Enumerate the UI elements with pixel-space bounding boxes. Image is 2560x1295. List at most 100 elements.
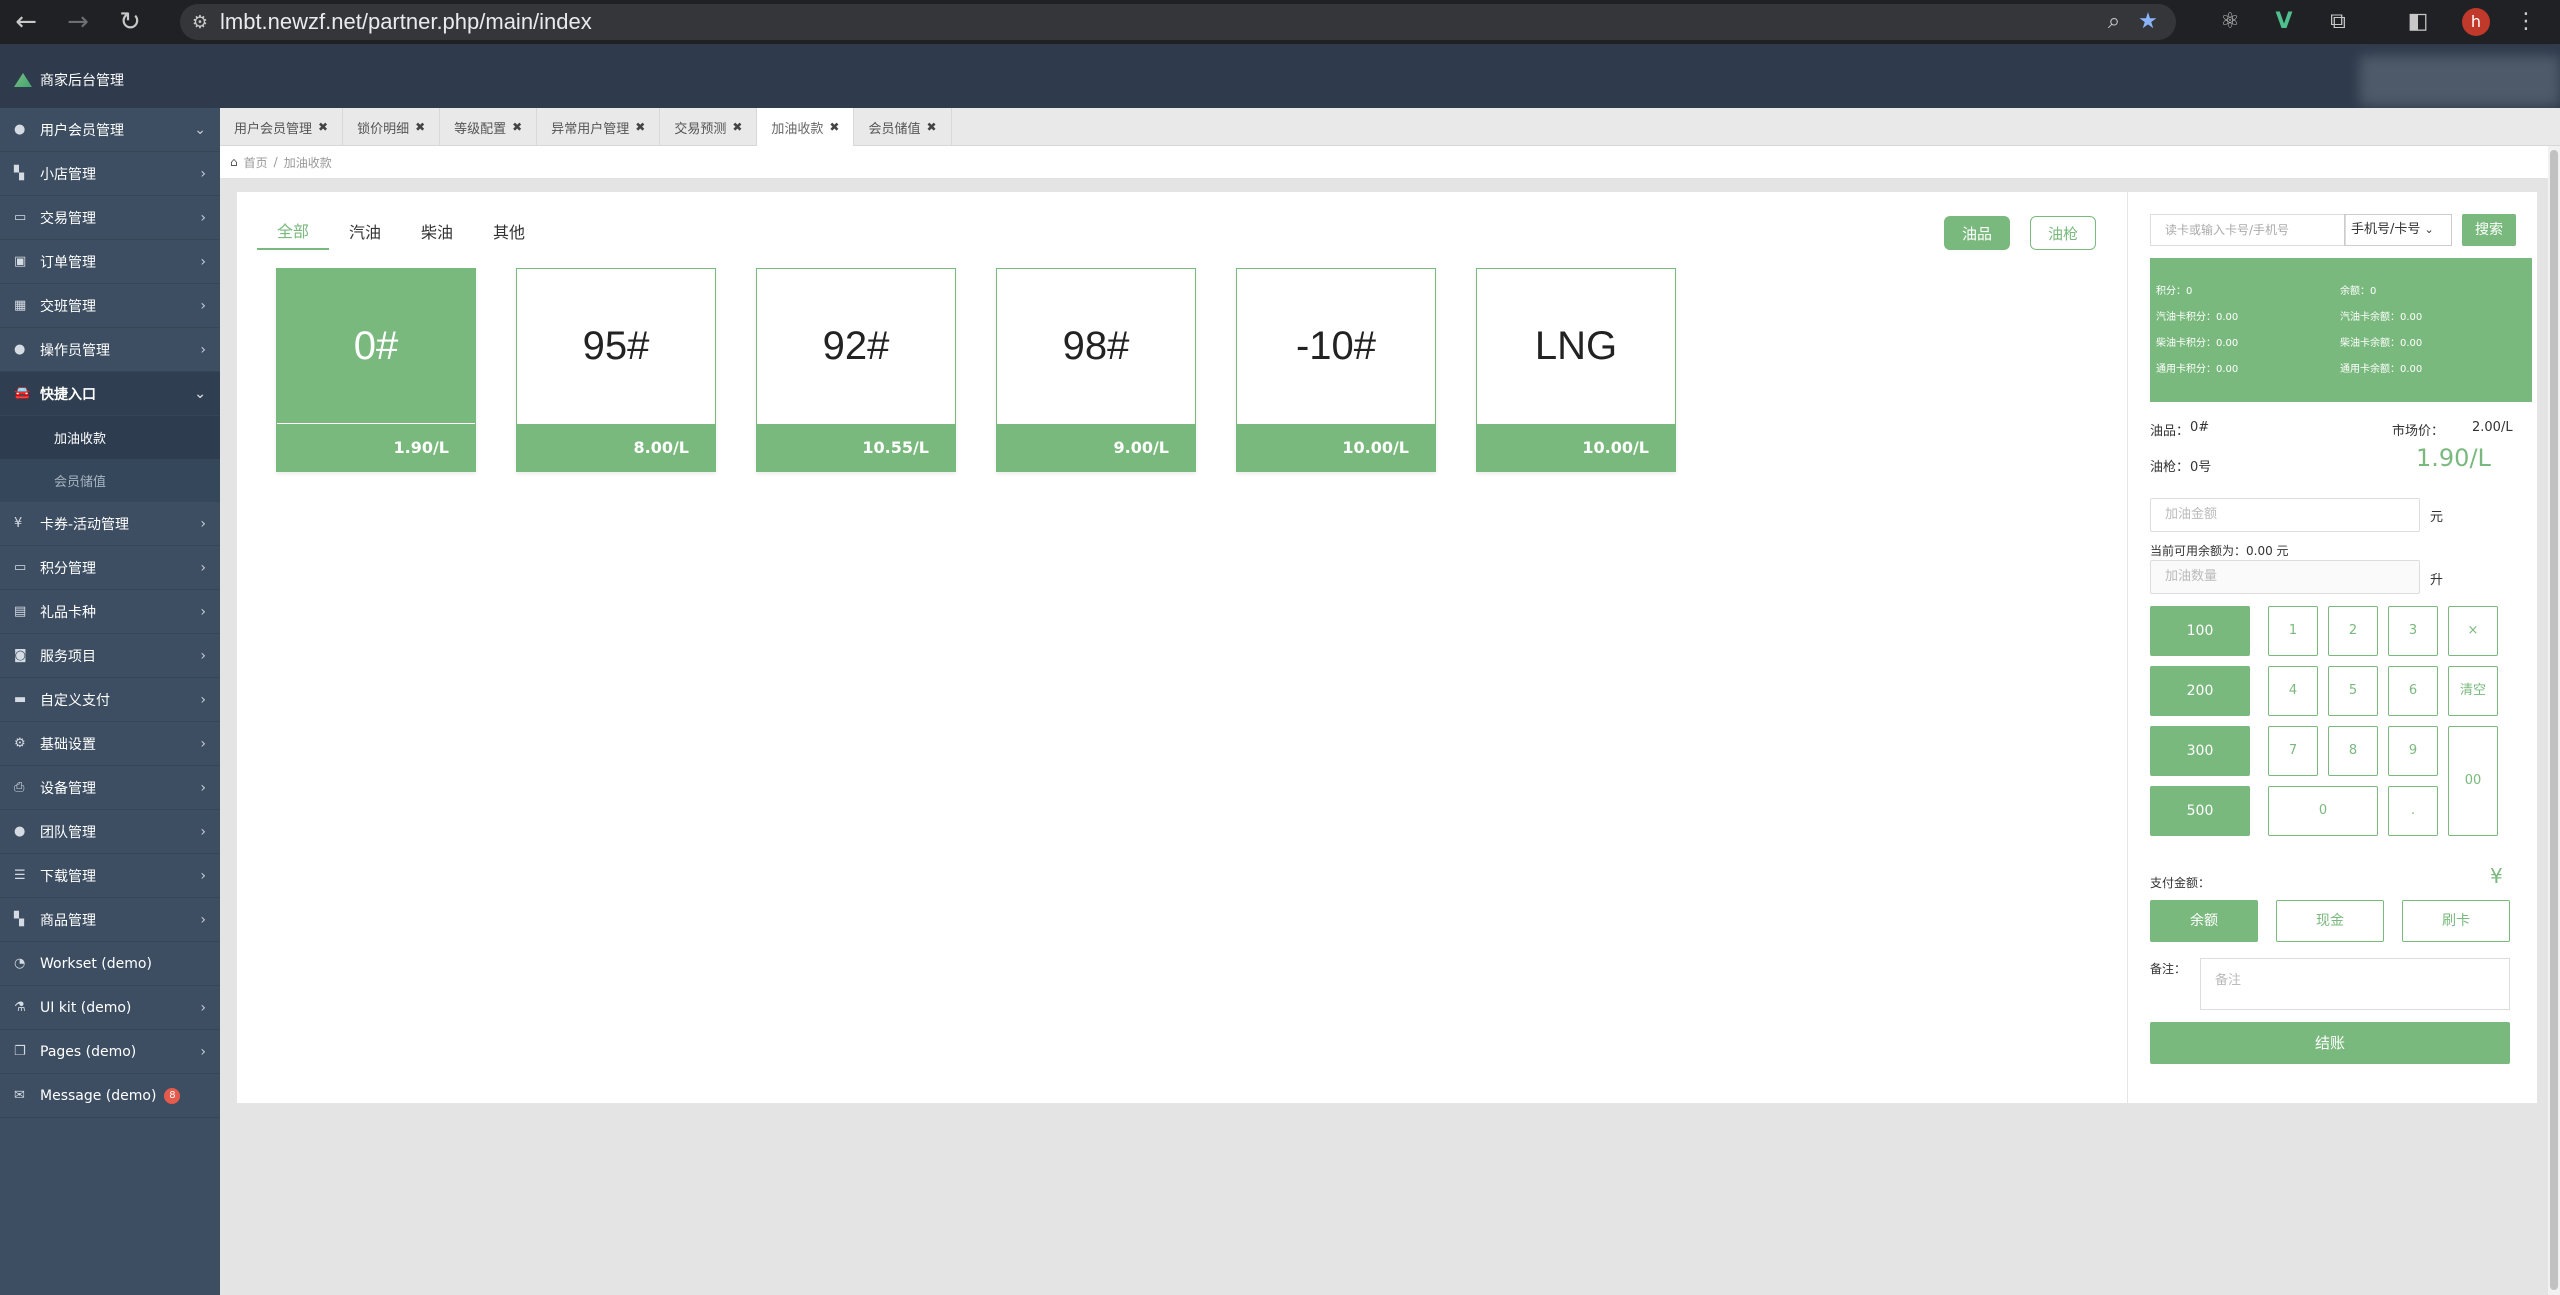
tab-member-recharge[interactable]: 会员储值 ✖	[854, 108, 952, 146]
key-backspace[interactable]: ×	[2448, 606, 2498, 656]
key-5[interactable]: 5	[2328, 666, 2378, 716]
fuel-card-lng[interactable]: LNG 10.00/L	[1476, 268, 1676, 472]
close-icon[interactable]: ✖	[415, 120, 425, 134]
close-icon[interactable]: ✖	[732, 120, 742, 134]
vue-devtools-icon[interactable]: V	[2270, 8, 2298, 36]
key-3[interactable]: 3	[2388, 606, 2438, 656]
fuel-card-minus10[interactable]: -10# 10.00/L	[1236, 268, 1436, 472]
close-icon[interactable]: ✖	[829, 120, 839, 134]
checkout-button[interactable]: 结账	[2150, 1022, 2510, 1064]
search-type-select[interactable]: 手机号/卡号 ⌄	[2344, 214, 2452, 246]
sidebar-item-workset[interactable]: ◔ Workset (demo)	[0, 942, 220, 986]
search-button[interactable]: 搜索	[2462, 214, 2516, 246]
profile-avatar[interactable]: h	[2462, 8, 2490, 36]
fuel-card-0[interactable]: 0# 1.90/L	[276, 268, 476, 472]
fuel-card-95[interactable]: 95# 8.00/L	[516, 268, 716, 472]
key-6[interactable]: 6	[2388, 666, 2438, 716]
key-7[interactable]: 7	[2268, 726, 2318, 776]
filter-tab-gasoline[interactable]: 汽油	[329, 212, 401, 250]
sidebar-item-team[interactable]: ● 团队管理 ›	[0, 810, 220, 854]
browser-menu-icon[interactable]: ⋮	[2512, 8, 2540, 36]
forward-icon[interactable]: →	[52, 0, 104, 44]
sidebar-item-custom-payment[interactable]: ▬ 自定义支付 ›	[0, 678, 220, 722]
quick-amount-100[interactable]: 100	[2150, 606, 2250, 656]
sidebar-item-user-member[interactable]: ● 用户会员管理 ⌄	[0, 108, 220, 152]
fuel-nozzle-button[interactable]: 油枪	[2030, 216, 2096, 250]
react-devtools-icon[interactable]: ⚛	[2216, 8, 2244, 36]
sidebar-item-operator[interactable]: ● 操作员管理 ›	[0, 328, 220, 372]
quantity-input[interactable]: 加油数量	[2150, 560, 2420, 594]
sidebar-item-trade[interactable]: ▭ 交易管理 ›	[0, 196, 220, 240]
sidebar-item-goods[interactable]: ▚ 商品管理 ›	[0, 898, 220, 942]
tab-fuel-payment[interactable]: 加油收款 ✖	[757, 108, 855, 146]
close-icon[interactable]: ✖	[926, 120, 936, 134]
bookmark-star-icon[interactable]: ★	[2134, 8, 2162, 36]
key-4[interactable]: 4	[2268, 666, 2318, 716]
remark-textarea[interactable]: 备注	[2200, 958, 2510, 1010]
sidebar-item-coupon-activity[interactable]: ¥ 卡券-活动管理 ›	[0, 502, 220, 546]
tab-level-config[interactable]: 等级配置 ✖	[440, 108, 538, 146]
back-icon[interactable]: ←	[0, 0, 52, 44]
sidebar-item-ui-kit[interactable]: ⚗ UI kit (demo) ›	[0, 986, 220, 1030]
tab-price-lock[interactable]: 锁价明细 ✖	[343, 108, 441, 146]
sidebar-item-order[interactable]: ▣ 订单管理 ›	[0, 240, 220, 284]
key-dot[interactable]: .	[2388, 786, 2438, 836]
sidebar-item-label: UI kit (demo)	[40, 999, 132, 1016]
zoom-icon[interactable]: ⌕	[2100, 8, 2128, 36]
key-clear[interactable]: 清空	[2448, 666, 2498, 716]
sidebar-item-message[interactable]: ✉ Message (demo) 8	[0, 1074, 220, 1118]
fuel-product-button[interactable]: 油品	[1944, 216, 2010, 250]
sidebar-item-pages[interactable]: ❐ Pages (demo) ›	[0, 1030, 220, 1074]
quick-amount-200[interactable]: 200	[2150, 666, 2250, 716]
close-icon[interactable]: ✖	[512, 120, 522, 134]
site-settings-icon[interactable]: ⚙	[180, 12, 220, 33]
key-9[interactable]: 9	[2388, 726, 2438, 776]
amount-input[interactable]: 加油金额	[2150, 498, 2420, 532]
side-panel-icon[interactable]: ◧	[2404, 8, 2432, 36]
filter-tab-all[interactable]: 全部	[257, 212, 330, 250]
sidebar-item-label: 下载管理	[40, 868, 96, 885]
sidebar-item-shortcut[interactable]: 🚘 快捷入口 ⌄	[0, 372, 220, 416]
scrollbar-thumb[interactable]	[2550, 150, 2558, 1290]
sidebar-item-gift-card[interactable]: ▤ 礼品卡种 ›	[0, 590, 220, 634]
gears-icon: ⚙	[14, 736, 26, 751]
points-text: 积分：0	[2156, 286, 2193, 297]
extensions-icon[interactable]: ⧉	[2324, 8, 2352, 36]
quick-amount-300[interactable]: 300	[2150, 726, 2250, 776]
general-balance-text: 通用卡余额：0.00	[2340, 364, 2423, 375]
sidebar-item-basic-settings[interactable]: ⚙ 基础设置 ›	[0, 722, 220, 766]
key-2[interactable]: 2	[2328, 606, 2378, 656]
sidebar-subitem-member-recharge[interactable]: 会员储值	[0, 459, 220, 502]
tab-abnormal-user[interactable]: 异常用户管理 ✖	[537, 108, 661, 146]
app-logo[interactable]: 商家后台管理	[14, 70, 124, 90]
key-8[interactable]: 8	[2328, 726, 2378, 776]
sidebar-item-shift[interactable]: ▦ 交班管理 ›	[0, 284, 220, 328]
key-00[interactable]: 00	[2448, 726, 2498, 836]
pay-card-button[interactable]: 刷卡	[2402, 900, 2510, 942]
card-search-input[interactable]: 读卡或输入卡号/手机号	[2150, 214, 2346, 246]
address-bar[interactable]: ⚙ lmbt.newzf.net/partner.php/main/index …	[180, 4, 2176, 40]
fuel-card-92[interactable]: 92# 10.55/L	[756, 268, 956, 472]
sidebar-item-device[interactable]: ⎙ 设备管理 ›	[0, 766, 220, 810]
sidebar-item-download[interactable]: ☰ 下载管理 ›	[0, 854, 220, 898]
sidebar-item-label: Workset (demo)	[40, 955, 152, 972]
key-1[interactable]: 1	[2268, 606, 2318, 656]
quick-amount-500[interactable]: 500	[2150, 786, 2250, 836]
sidebar-item-points[interactable]: ▭ 积分管理 ›	[0, 546, 220, 590]
pay-cash-button[interactable]: 现金	[2276, 900, 2384, 942]
sidebar-item-service[interactable]: ◙ 服务项目 ›	[0, 634, 220, 678]
reload-icon[interactable]: ↻	[104, 0, 156, 44]
breadcrumb-home[interactable]: 首页	[244, 154, 268, 171]
tab-user-member[interactable]: 用户会员管理 ✖	[220, 108, 344, 146]
filter-tab-diesel[interactable]: 柴油	[401, 212, 473, 250]
key-0[interactable]: 0	[2268, 786, 2378, 836]
tab-trade-forecast[interactable]: 交易预测 ✖	[660, 108, 758, 146]
sidebar-subitem-fuel-payment[interactable]: 加油收款	[0, 416, 220, 459]
pay-balance-button[interactable]: 余额	[2150, 900, 2258, 942]
filter-tab-other[interactable]: 其他	[473, 212, 545, 250]
page-scrollbar[interactable]	[2548, 146, 2560, 1295]
close-icon[interactable]: ✖	[318, 120, 328, 134]
fuel-card-98[interactable]: 98# 9.00/L	[996, 268, 1196, 472]
close-icon[interactable]: ✖	[635, 120, 645, 134]
sidebar-item-shop[interactable]: ▚ 小店管理 ›	[0, 152, 220, 196]
